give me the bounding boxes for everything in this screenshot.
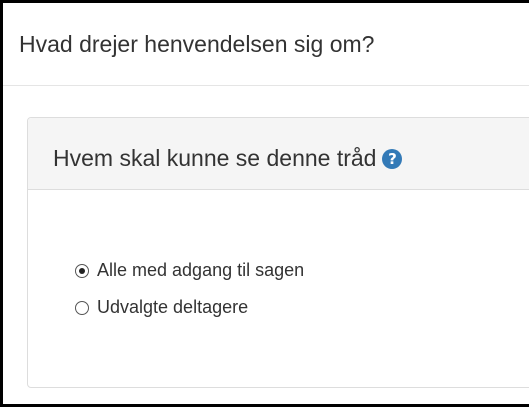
visibility-panel: Hvem skal kunne se denne tråd ? Alle med… — [27, 117, 529, 388]
radio-button-selected[interactable] — [75, 263, 89, 278]
radio-option-selected-participants[interactable]: Udvalgte deltagere — [75, 297, 248, 318]
radio-option-label: Udvalgte deltagere — [97, 297, 249, 317]
panel-heading: Hvem skal kunne se denne tråd ? — [28, 118, 529, 190]
question-circle-icon[interactable]: ? — [382, 148, 403, 169]
page-title: Hvad drejer henvendelsen sig om? — [19, 31, 375, 57]
panel-title-wrapper: Hvem skal kunne se denne tråd ? — [53, 145, 403, 172]
panel-title: Hvem skal kunne se denne tråd — [53, 145, 377, 171]
radio-button-unselected[interactable] — [75, 300, 89, 315]
page-header: Hvad drejer henvendelsen sig om? — [3, 3, 529, 86]
radio-option-all-with-access[interactable]: Alle med adgang til sagen — [75, 260, 304, 281]
radio-option-label: Alle med adgang til sagen — [97, 260, 305, 280]
